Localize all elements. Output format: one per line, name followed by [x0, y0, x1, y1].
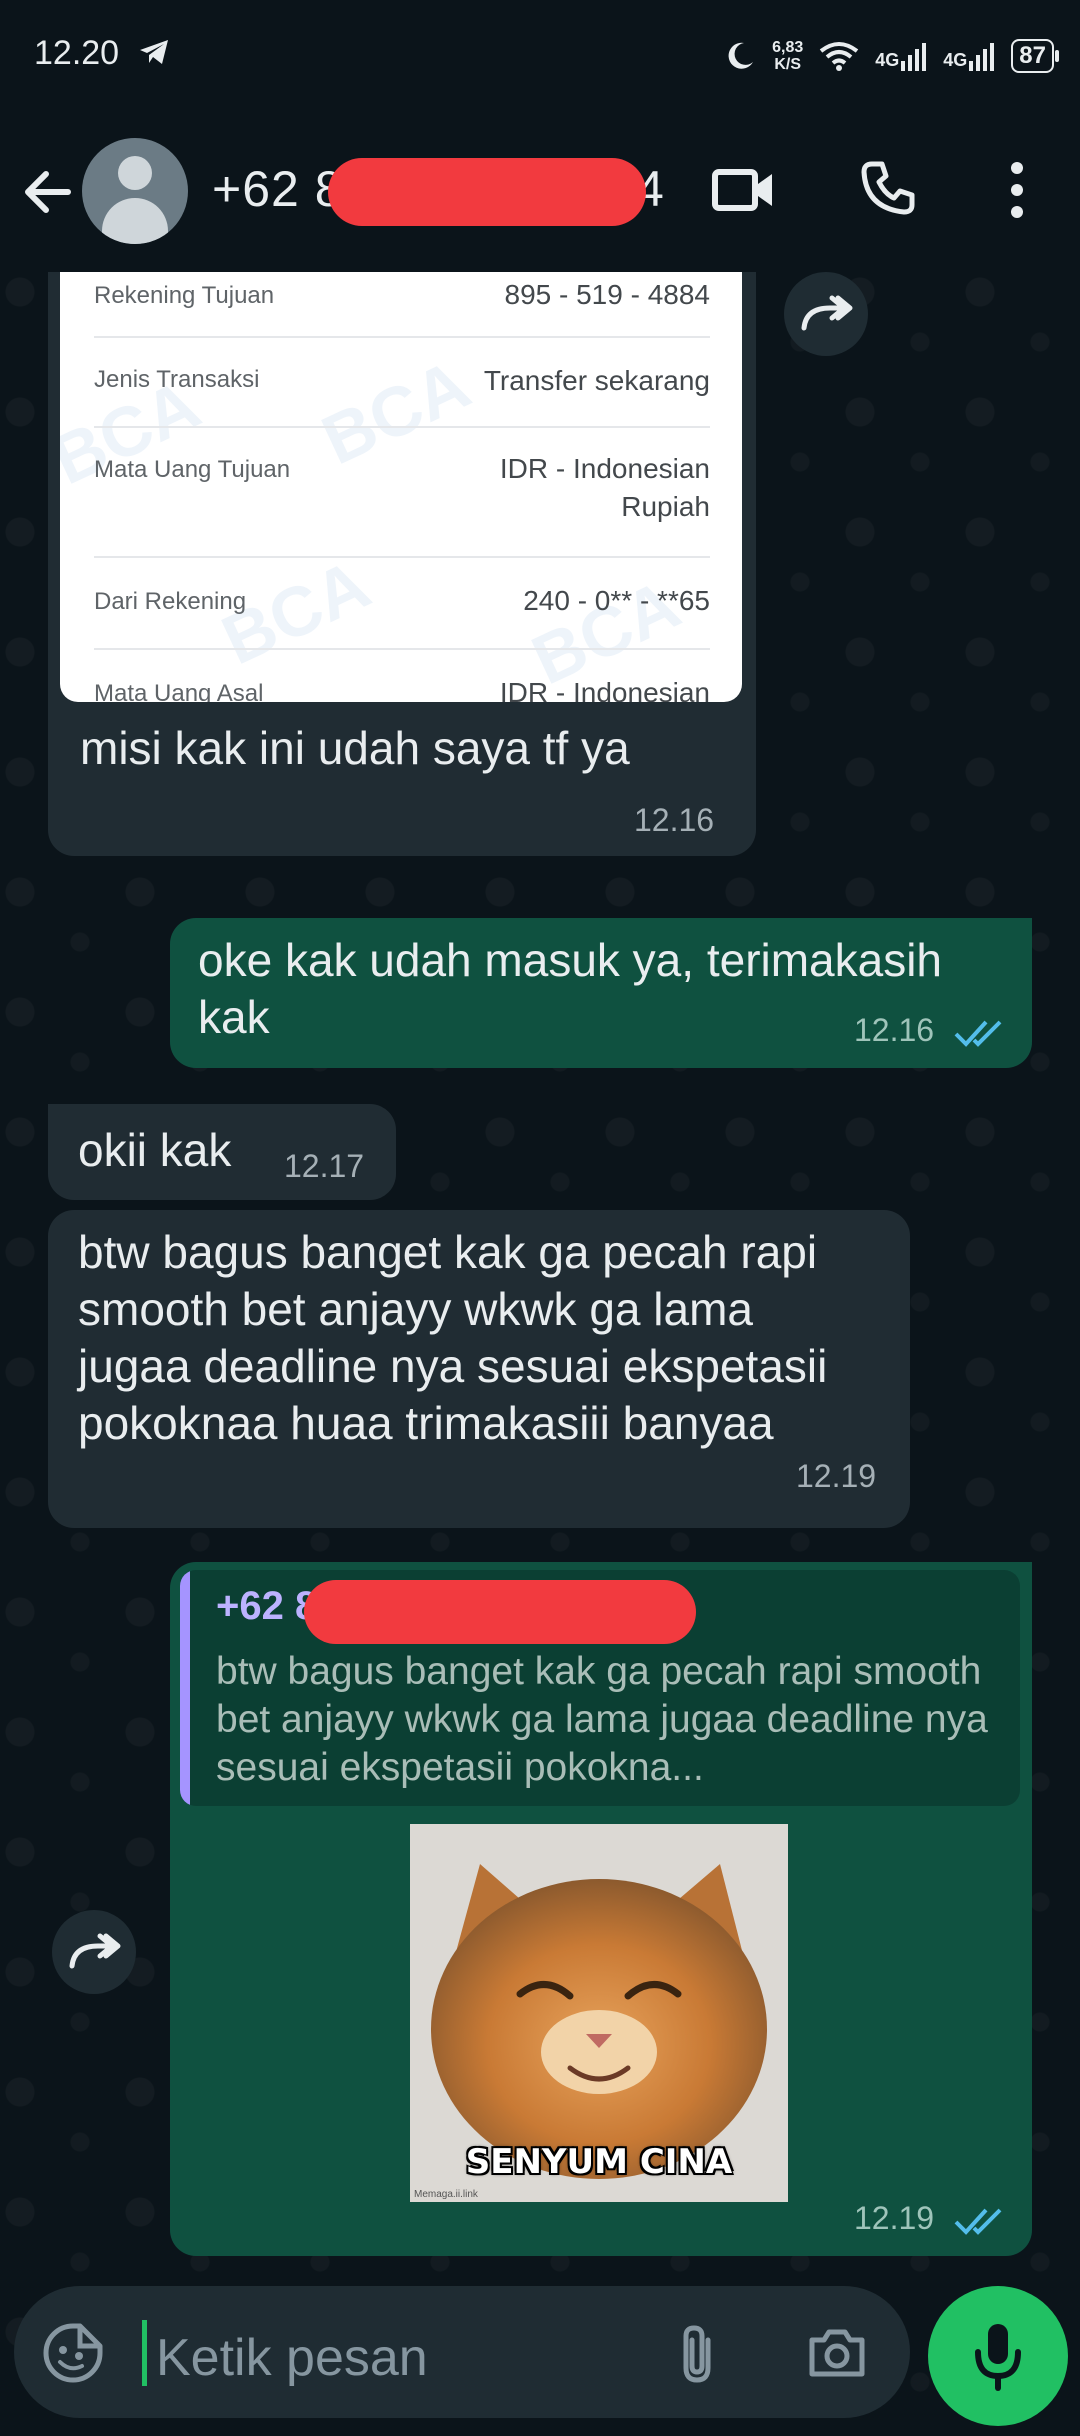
receipt-label: Rekening Tujuan [94, 282, 275, 309]
receipt-label: Jenis Transaksi [94, 366, 260, 393]
cat-sticker-image[interactable]: SENYUM CINA Memaga.ii.link [410, 1824, 788, 2202]
message-text: okii kak [78, 1124, 232, 1176]
back-arrow-icon[interactable] [18, 162, 78, 222]
moon-icon [728, 42, 754, 69]
network-speed: 6,83 K/S [772, 39, 803, 73]
forward-icon [69, 1933, 121, 1969]
receipt-value: Transfer sekarang [483, 365, 710, 396]
receipt-label: Mata Uang Tujuan [94, 456, 291, 483]
avatar-head [118, 156, 152, 190]
contact-name-prefix: +62 8 [212, 161, 344, 217]
message-time: 12.19 [796, 1458, 877, 1494]
contact-avatar[interactable] [82, 138, 188, 244]
signal-2: 4G [943, 41, 995, 71]
receipt-row: Dari Rekening 240 - 0** - **65 [94, 556, 710, 650]
text-cursor [142, 2320, 147, 2386]
receipt-value: 895 - 519 - 4884 [504, 279, 711, 310]
sticker-credit: Memaga.ii.link [414, 2189, 478, 2200]
status-bar: 12.20 6,83 K/S 4G 4G 87 [0, 0, 1080, 110]
video-call-icon[interactable] [712, 162, 776, 218]
signal-bars-icon [969, 43, 995, 71]
message-time: 12.19 [854, 2200, 935, 2236]
battery-indicator: 87 [1011, 39, 1059, 73]
receipt-row: Mata Uang Asal IDR - Indonesian [94, 648, 710, 702]
network-type-2: 4G [943, 50, 968, 70]
sticker-caption: SENYUM CINA [465, 2142, 733, 2182]
phone-icon[interactable] [858, 158, 918, 218]
message-time: 12.17 [284, 1148, 365, 1184]
more-options-icon[interactable] [1000, 158, 1034, 222]
receipt-value: IDR - Indonesian [499, 677, 710, 702]
read-receipt-icon [954, 2208, 1002, 2235]
receipt-label: Mata Uang Asal [94, 680, 264, 702]
speed-value: 6,83 [772, 39, 804, 56]
message-composer[interactable]: Ketik pesan [14, 2286, 910, 2418]
network-type-1: 4G [875, 50, 900, 70]
read-receipt-icon [954, 1020, 1002, 1047]
camera-icon[interactable] [806, 2326, 868, 2380]
microphone-icon [975, 2324, 1021, 2391]
receipt-row: Rekening Tujuan 895 - 519 - 4884 [94, 272, 710, 338]
speed-unit: K/S [774, 56, 802, 73]
quote-text: btw bagus banget kak ga pecah rapi smoot… [216, 1650, 988, 1789]
incoming-message[interactable]: btw bagus banget kak ga pecah rapi smoot… [48, 1210, 910, 1528]
telegram-icon [140, 40, 168, 64]
quote-accent-bar [180, 1570, 190, 1806]
outgoing-message[interactable]: oke kak udah masuk ya, terimakasih kak 1… [170, 918, 1032, 1068]
receipt-label: Dari Rekening [94, 588, 247, 615]
receipt-value: 240 - 0** - **65 [523, 585, 710, 616]
message-input[interactable]: Ketik pesan [156, 2328, 428, 2388]
signal-bars-icon [901, 43, 927, 71]
sticker-emoji-icon[interactable] [42, 2322, 104, 2384]
chat-header: +62 8 4 [0, 110, 1080, 272]
message-text: btw bagus banget kak ga pecah rapi smoot… [78, 1226, 828, 1449]
incoming-image-message[interactable]: BCA BCA BCA BCA Rekening Tujuan 895 - 51… [48, 242, 756, 856]
contact-name[interactable]: +62 8 [212, 160, 344, 218]
paperclip-icon[interactable] [674, 2322, 720, 2386]
forward-button[interactable] [52, 1910, 136, 1994]
receipt-row: Jenis Transaksi Transfer sekarang [94, 336, 710, 428]
transfer-receipt-image[interactable]: BCA BCA BCA BCA Rekening Tujuan 895 - 51… [60, 242, 742, 702]
forward-icon [801, 295, 853, 331]
forward-button[interactable] [784, 272, 868, 356]
message-time: 12.16 [634, 802, 715, 838]
receipt-value: IDR - Indonesian Rupiah [499, 453, 710, 522]
message-list[interactable]: BCA BCA BCA BCA Rekening Tujuan 895 - 51… [0, 242, 1080, 2292]
receipt-row: Mata Uang Tujuan IDR - Indonesian Rupiah [94, 426, 710, 558]
quote-author: +62 8 [216, 1584, 318, 1628]
status-time: 12.20 [34, 34, 120, 72]
redaction-mark [328, 158, 646, 226]
message-time: 12.16 [854, 1012, 935, 1048]
signal-1: 4G [875, 41, 927, 71]
avatar-body [102, 198, 168, 244]
voice-record-button[interactable] [928, 2286, 1068, 2426]
incoming-message[interactable]: okii kak 12.17 [48, 1104, 396, 1200]
message-text: misi kak ini udah saya tf ya [80, 722, 630, 774]
reply-quote[interactable]: +62 8 btw bagus banget kak ga pecah rapi… [180, 1570, 1020, 1806]
wifi-icon [820, 42, 859, 71]
redaction-mark [304, 1580, 696, 1644]
